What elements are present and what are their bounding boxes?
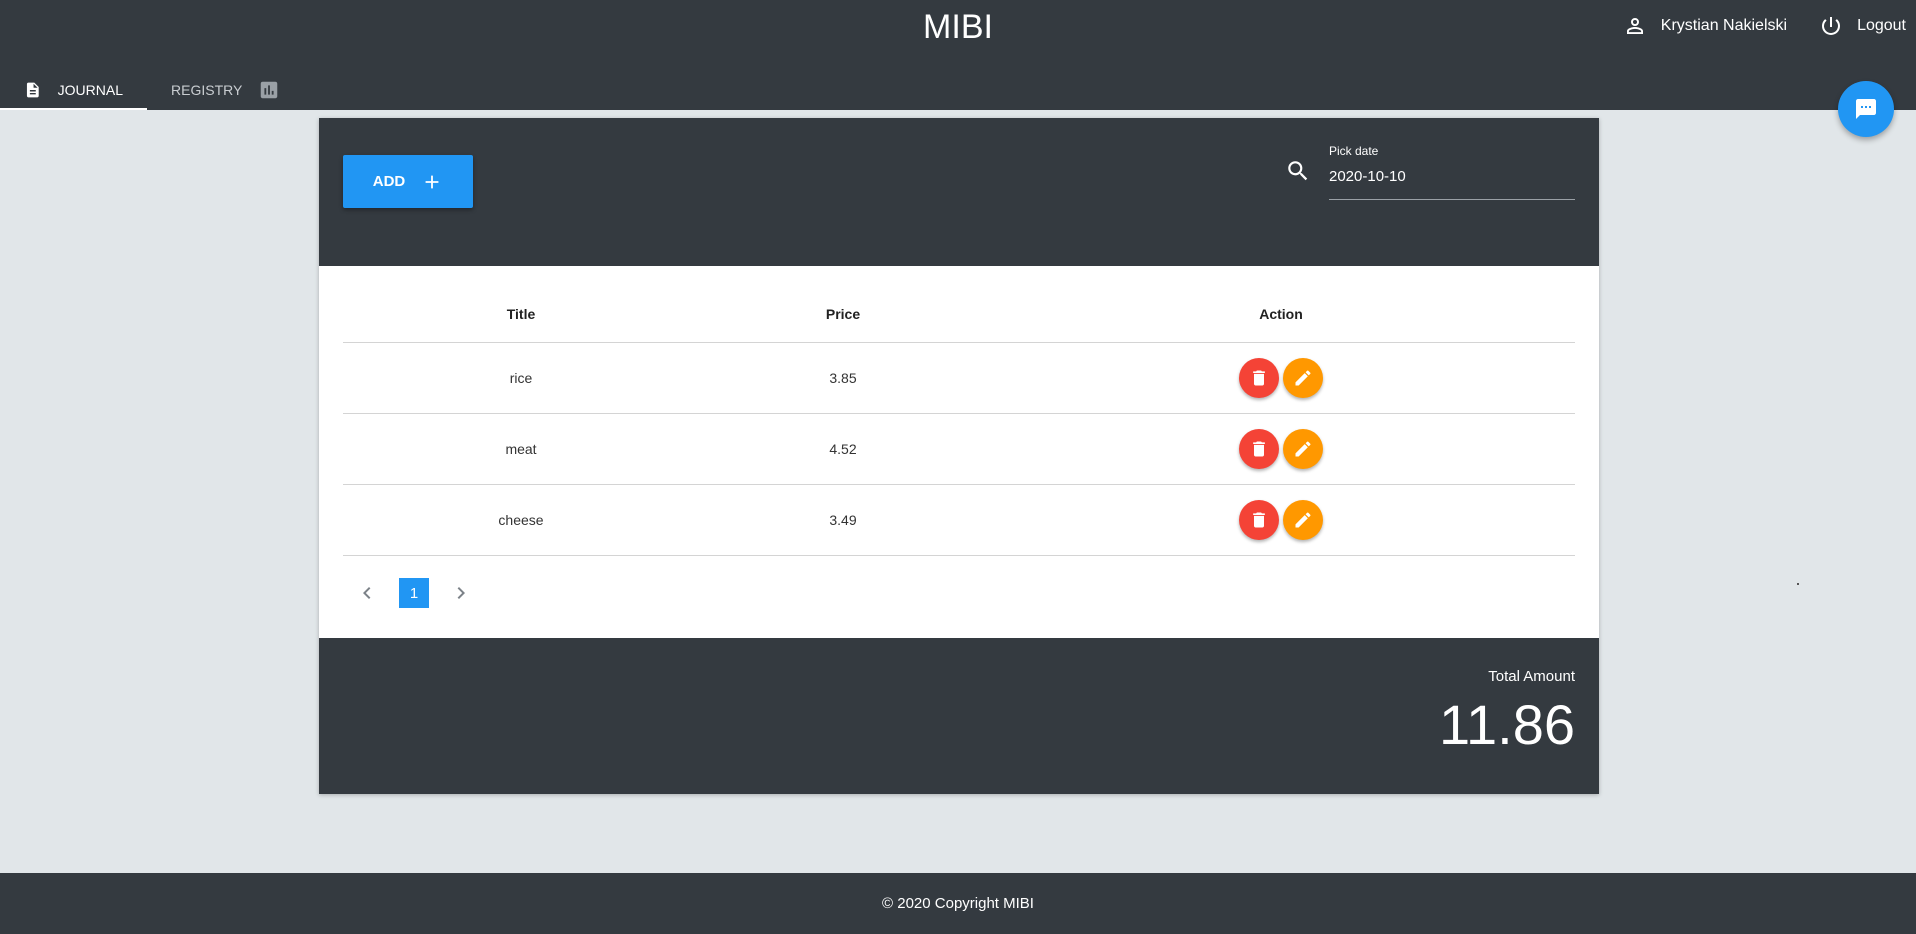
cell-title: cheese <box>343 484 699 556</box>
edit-button[interactable] <box>1283 357 1323 398</box>
date-picker-field[interactable]: Pick date 2020-10-10 <box>1329 144 1575 200</box>
edit-button[interactable] <box>1283 499 1323 540</box>
expenses-table: Title Price Action rice 3.85 meat 4.52 c… <box>343 286 1575 556</box>
column-header-action: Action <box>987 286 1575 343</box>
page-button-current[interactable]: 1 <box>399 578 429 608</box>
journal-card: ADD Pick date 2020-10-10 Title Price Act… <box>319 118 1599 794</box>
tab-registry-label: REGISTRY <box>171 82 243 98</box>
chevron-right-icon <box>457 587 465 599</box>
date-picker-label: Pick date <box>1329 144 1379 158</box>
cell-price: 3.85 <box>699 342 987 414</box>
table-header-row: Title Price Action <box>343 286 1575 343</box>
trash-icon <box>1253 441 1265 456</box>
trash-icon <box>1253 370 1265 385</box>
total-panel: Total Amount 11.86 <box>319 638 1599 794</box>
total-amount-label: Total Amount <box>1488 668 1575 685</box>
add-button-label: ADD <box>372 173 406 190</box>
cell-price: 3.49 <box>699 484 987 556</box>
nav-tabs: JOURNAL REGISTRY <box>0 70 304 110</box>
chat-button[interactable] <box>1838 81 1894 137</box>
tab-journal[interactable]: JOURNAL <box>0 70 147 110</box>
chevron-left-icon <box>363 587 371 599</box>
journal-toolbar: ADD Pick date 2020-10-10 <box>319 118 1599 266</box>
cell-actions <box>987 413 1575 485</box>
delete-button[interactable] <box>1239 357 1279 398</box>
app-header: MIBI Krystian Nakielski Logout JOURNAL R… <box>0 0 1916 110</box>
previous-page-button[interactable] <box>355 581 379 605</box>
app-footer: © 2020 Copyright MIBI <box>0 873 1916 934</box>
pagination: 1 <box>355 578 473 608</box>
cell-actions <box>987 484 1575 556</box>
plus-icon <box>425 175 439 188</box>
bar-chart-icon <box>261 81 278 99</box>
document-icon <box>26 82 39 98</box>
cell-price: 4.52 <box>699 413 987 485</box>
user-name: Krystian Nakielski <box>1660 17 1788 34</box>
pencil-icon <box>1295 511 1311 527</box>
user-area: Krystian Nakielski Logout <box>1623 14 1906 38</box>
column-header-price[interactable]: Price <box>699 286 987 343</box>
logout-button[interactable]: Logout <box>1819 14 1906 38</box>
trash-icon <box>1253 512 1265 527</box>
column-header-title[interactable]: Title <box>343 286 699 343</box>
add-button[interactable]: ADD <box>343 155 473 208</box>
table-panel: Title Price Action rice 3.85 meat 4.52 c… <box>319 266 1599 638</box>
edit-button[interactable] <box>1283 428 1323 469</box>
cell-title: rice <box>343 342 699 414</box>
cell-title: meat <box>343 413 699 485</box>
delete-button[interactable] <box>1239 428 1279 469</box>
total-amount-value: 11.86 <box>1439 693 1575 756</box>
person-icon <box>1626 18 1643 34</box>
search-icon[interactable] <box>1285 158 1311 184</box>
cell-actions <box>987 342 1575 414</box>
logout-label: Logout <box>1857 17 1906 34</box>
power-icon <box>1822 17 1841 35</box>
chat-icon <box>1856 99 1876 119</box>
pencil-icon <box>1295 369 1311 385</box>
next-page-button[interactable] <box>449 581 473 605</box>
stray-pixel <box>1797 583 1799 585</box>
table-row: meat 4.52 <box>343 413 1575 485</box>
table-row: rice 3.85 <box>343 342 1575 414</box>
delete-button[interactable] <box>1239 499 1279 540</box>
pencil-icon <box>1295 440 1311 456</box>
tab-journal-label: JOURNAL <box>57 82 123 98</box>
table-row: cheese 3.49 <box>343 484 1575 556</box>
user-profile-button[interactable]: Krystian Nakielski <box>1623 14 1787 38</box>
date-picker-value[interactable]: 2020-10-10 <box>1329 168 1575 185</box>
copyright-text: © 2020 Copyright MIBI <box>882 895 1034 912</box>
tab-registry[interactable]: REGISTRY <box>147 70 304 110</box>
